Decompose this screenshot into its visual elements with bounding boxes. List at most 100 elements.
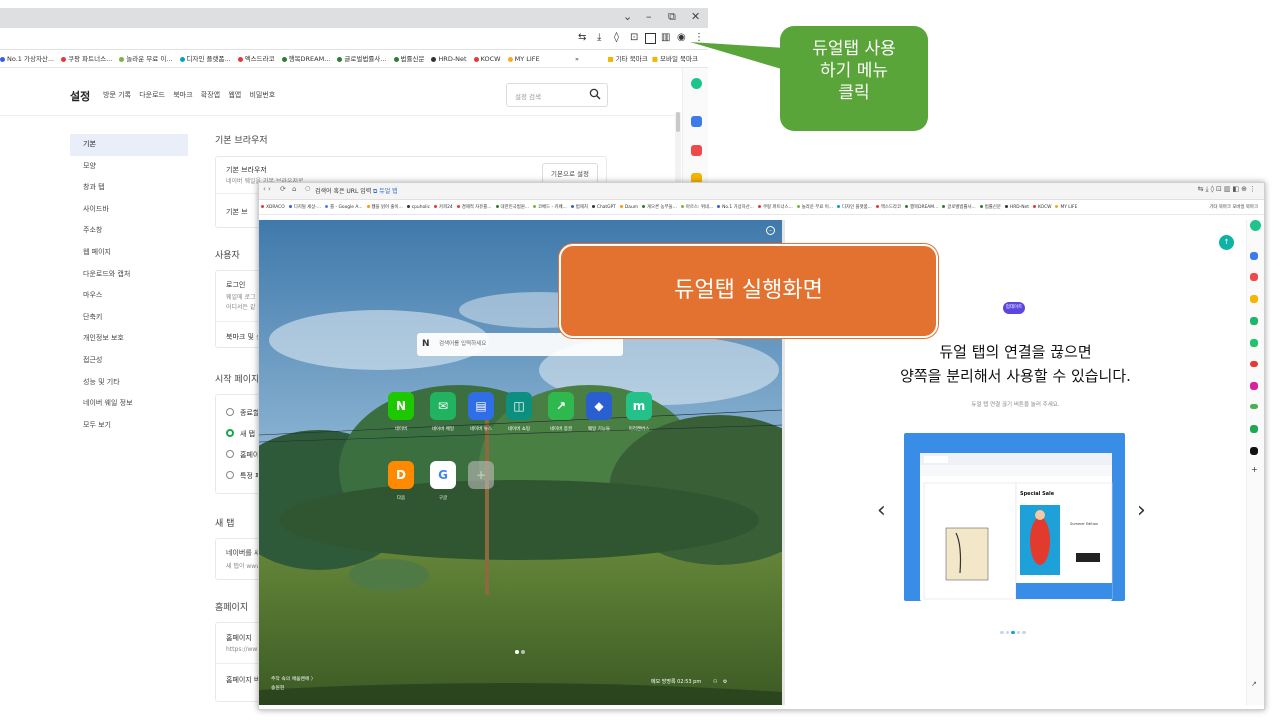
chevron-down-icon[interactable]: ⌄ — [623, 10, 632, 23]
bookmark-item[interactable]: XDRACO — [261, 200, 285, 214]
external-link-icon[interactable]: ↗ — [1251, 680, 1257, 688]
dual-tab-icon[interactable] — [645, 33, 656, 44]
bookmark-item[interactable]: 엑스드라코 — [875, 200, 901, 214]
bookmark-item[interactable]: MY LIFE — [1055, 200, 1077, 214]
bookmark-item[interactable]: 경제적 자유를... — [456, 200, 492, 214]
sidebar-item[interactable]: 단축키 — [70, 307, 188, 329]
home-icon[interactable]: ⌂ — [292, 185, 296, 193]
carousel-dots[interactable] — [999, 619, 1027, 638]
nav-history[interactable]: 방문 기록 — [103, 91, 131, 99]
sidebar-item[interactable]: 기본 — [70, 134, 188, 156]
bookmark-item[interactable]: 행복DREAM... — [905, 200, 938, 214]
instagram-icon[interactable] — [1250, 382, 1258, 390]
bookmark-item[interactable]: HRD-Net — [1004, 200, 1029, 214]
app-shortcut[interactable]: D 다음 — [387, 461, 415, 501]
youtube-icon[interactable] — [1250, 361, 1258, 367]
bookmark-item[interactable]: No.1 가상자산... — [0, 50, 54, 67]
startup-option-newtab[interactable]: 새 탭 — [226, 429, 255, 439]
bookmark-item[interactable]: 글로벌법률사... — [942, 200, 976, 214]
bookmark-item[interactable]: ChatGPT — [591, 200, 616, 214]
bookmark-item[interactable]: MY LIFE — [507, 50, 540, 67]
sidebar-item[interactable]: 웹 페이지 — [70, 242, 188, 264]
memo-icon[interactable] — [1250, 295, 1258, 303]
bookmark-item[interactable]: 게으른 농부들... — [642, 200, 677, 214]
startup-option-restore[interactable]: 종료할 — [226, 408, 259, 418]
translate-icon[interactable]: ⇆ — [578, 32, 586, 43]
app-shortcut[interactable]: ✉ 네이버 메일 — [429, 392, 457, 432]
webtoon-icon[interactable] — [1250, 425, 1258, 433]
nav-bookmarks[interactable]: 북마크 — [173, 91, 192, 99]
reload-icon[interactable]: ⟳ — [280, 185, 286, 193]
bookmark-item[interactable]: 디자인 플랫폼... — [179, 50, 231, 67]
app-shortcut[interactable]: N 네이버 — [387, 392, 415, 432]
sidebar-item[interactable]: 모두 보기 — [70, 415, 188, 437]
app-shortcut[interactable]: m 미리캔버스 — [625, 392, 653, 432]
startup-option-specific[interactable]: 특정 페 — [226, 471, 262, 481]
bookmark-item[interactable]: 쿠팡 파트너스... — [61, 50, 112, 67]
restore-icon[interactable]: ⧉ — [668, 10, 676, 24]
calendar-icon[interactable] — [691, 116, 702, 127]
calendar-icon[interactable] — [1250, 252, 1258, 260]
sidebar-item[interactable]: 사이드바 — [70, 199, 188, 221]
bookmark-item[interactable]: 디지털 세상-... — [288, 200, 321, 214]
shopping-icon[interactable] — [1250, 404, 1258, 409]
sidebar-item[interactable]: 접근성 — [70, 350, 188, 372]
app-shortcut[interactable]: + — [467, 461, 495, 495]
bookmark-item[interactable]: 를 - Google A... — [325, 200, 363, 214]
bookmark-item[interactable]: 놀라운 무료 이... — [119, 50, 173, 67]
bookmark-item[interactable]: HRD-Net — [431, 50, 467, 67]
bookmark-item[interactable]: 법률신문 — [979, 200, 1001, 214]
minimize-icon[interactable]: – — [646, 10, 652, 23]
capture-icon[interactable]: ⊡ — [630, 32, 638, 43]
pocket-icon[interactable] — [1250, 273, 1258, 281]
bookmark-item[interactable]: 쿠팡 파트너스... — [757, 200, 793, 214]
page-indicator[interactable] — [514, 639, 526, 658]
front-bookmark-folders[interactable]: 기타 북마크 모바일 북마크 — [1209, 200, 1258, 214]
close-icon[interactable]: ✕ — [691, 10, 700, 23]
sidebar-item[interactable]: 성능 및 기타 — [70, 372, 188, 394]
app-shortcut[interactable]: ◆ 웨일 기능들 — [585, 392, 613, 432]
profile-icon[interactable]: ◉ — [677, 32, 686, 43]
nav-webapps[interactable]: 웹앱 — [228, 91, 241, 99]
bookmark-item[interactable]: 디자인 플랫폼... — [836, 200, 872, 214]
app-shortcut[interactable]: ↗ 네이버 증권 — [547, 392, 575, 432]
scroll-top-button[interactable]: ↑ — [1219, 235, 1234, 250]
bookmark-item[interactable]: 카피24 — [434, 200, 453, 214]
sidebar-icon[interactable]: ▥ — [661, 32, 670, 43]
bookmark-item[interactable]: 법률신문 — [393, 50, 424, 67]
sidebar-item[interactable]: 주소창 — [70, 220, 188, 242]
homepage-button-row[interactable]: 홈페이지 버 — [226, 675, 260, 685]
bookmark-item[interactable]: 대한민국법원... — [495, 200, 529, 214]
url-input[interactable]: 검색어 혹은 URL 입력 — [315, 186, 371, 195]
bookmarks-more[interactable]: » — [575, 50, 579, 67]
dual-tab-button[interactable]: ⧉ 듀얼 탭 — [373, 186, 398, 196]
app-shortcut[interactable]: ◫ 네이버 쇼핑 — [505, 392, 533, 432]
whale-icon[interactable] — [1250, 220, 1261, 231]
bookmark-item[interactable]: 웹을 읽어 줄이... — [366, 200, 403, 214]
bookmark-item[interactable]: 놀라운 무료 이... — [796, 200, 833, 214]
front-toolbar-icons[interactable]: ⇆⤓◊⊡▥◧⊕⋮ — [1198, 185, 1258, 194]
bookmark-item[interactable]: 엑스드라코 — [237, 50, 275, 67]
sidebar-item[interactable]: 다운로드와 캡처 — [70, 264, 188, 286]
carousel-prev-icon[interactable]: ‹ — [877, 498, 886, 523]
settings-search-input[interactable]: 설정 검색 — [506, 83, 608, 107]
bookmark-item[interactable]: KOCW — [1032, 200, 1051, 214]
nav-back-icon[interactable]: ‹ › — [263, 185, 271, 193]
tiktok-icon[interactable] — [1250, 447, 1258, 455]
shield-icon[interactable]: ◊ — [614, 32, 619, 43]
bookmark-item[interactable]: No.1 가상자산... — [717, 200, 754, 214]
papago-icon[interactable] — [1250, 317, 1258, 325]
bookmark-item[interactable]: Daum — [619, 200, 638, 214]
newtab-bottom-tools[interactable]: 메모 방명록 02:53 pm ⚇ ⚙ — [651, 678, 727, 685]
add-icon[interactable]: + — [1251, 465, 1258, 474]
nav-downloads[interactable]: 다운로드 — [139, 91, 165, 99]
sidebar-item[interactable]: 개인정보 보호 — [70, 328, 188, 350]
nav-extensions[interactable]: 확장앱 — [201, 91, 220, 99]
app-shortcut[interactable]: ▤ 네이버 뉴스 — [467, 392, 495, 432]
sidebar-item[interactable]: 마우스 — [70, 285, 188, 307]
bookmark-item[interactable]: 행복DREAM... — [281, 50, 330, 67]
bookmark-item[interactable]: 코베드 - 카페... — [532, 200, 567, 214]
pane-close-icon[interactable]: – — [766, 226, 775, 235]
pocket-icon[interactable] — [691, 145, 702, 156]
sidebar-item[interactable]: 창과 탭 — [70, 177, 188, 199]
